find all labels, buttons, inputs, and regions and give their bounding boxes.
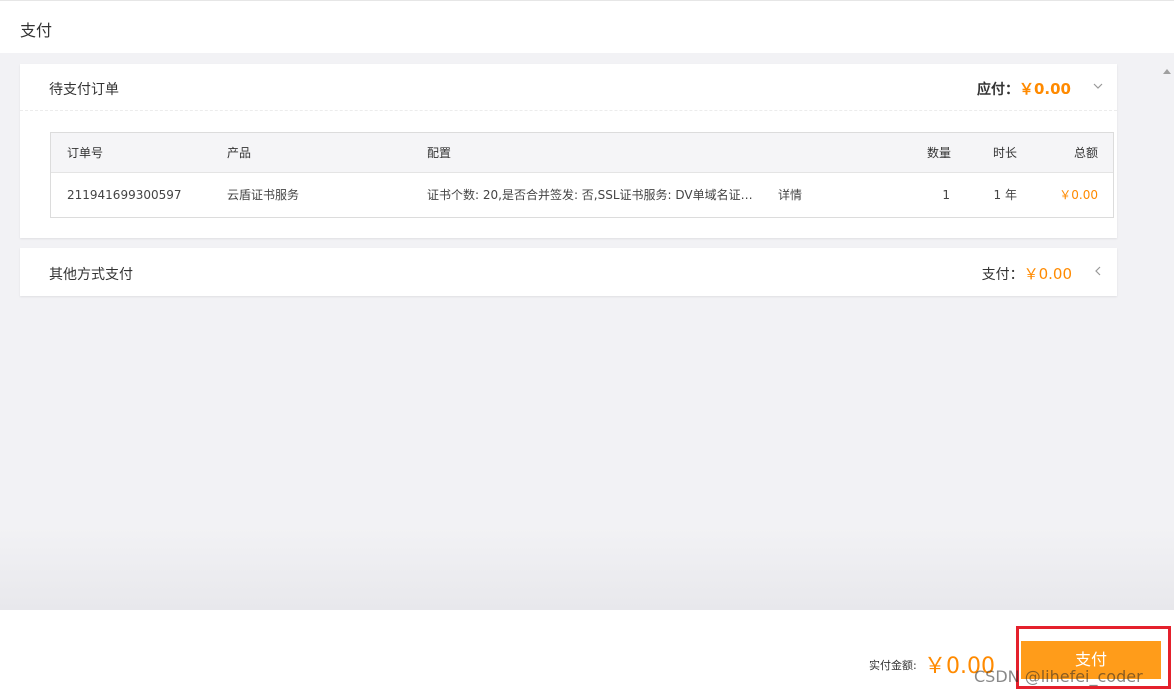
product-cell: 云盾证书服务 xyxy=(227,188,300,202)
payable-amount: ￥0.00 xyxy=(1018,80,1071,98)
actual-payment-amount: ￥0.00 xyxy=(924,654,995,679)
footer-bar: 实付金额: ￥0.00 支付 CSDN @lihefei_coder xyxy=(0,610,1174,695)
top-bar: 支付 xyxy=(0,0,1174,53)
quantity-cell: 1 xyxy=(942,188,950,202)
header-product: 产品 xyxy=(227,146,252,160)
total-cell: ￥0.00 xyxy=(1059,188,1098,202)
header-order-no: 订单号 xyxy=(67,146,104,160)
duration-cell: 1 年 xyxy=(993,188,1017,202)
payable-label: 应付： xyxy=(976,82,1019,98)
content-area: 待支付订单 应付：￥0.00 订单号 产品 配置 数量 时长 总额 211941… xyxy=(0,53,1174,610)
header-total: 总额 xyxy=(1073,146,1098,160)
detail-link[interactable]: 详情 xyxy=(778,188,802,202)
header-duration: 时长 xyxy=(992,146,1017,160)
order-no-cell: 211941699300597 xyxy=(67,188,182,202)
actual-payment-label: 实付金额: xyxy=(869,659,917,672)
config-cell: 证书个数: 20,是否合并签发: 否,SSL证书服务: DV单域名证书... xyxy=(427,188,757,202)
other-payment-summary: 支付：￥0.00 xyxy=(982,263,1072,284)
scroll-up-arrow-icon[interactable] xyxy=(1163,69,1171,74)
table-row: 211941699300597 云盾证书服务 证书个数: 20,是否合并签发: … xyxy=(51,173,1113,217)
order-table: 订单号 产品 配置 数量 时长 总额 211941699300597 云盾证书服… xyxy=(50,132,1114,218)
pending-order-header[interactable]: 待支付订单 应付：￥0.00 xyxy=(20,64,1117,111)
payable-summary: 应付：￥0.00 xyxy=(977,78,1071,99)
other-payment-title: 其他方式支付 xyxy=(49,267,133,283)
other-payment-card: 其他方式支付 支付：￥0.00 xyxy=(20,248,1117,296)
pending-order-title: 待支付订单 xyxy=(49,82,119,98)
chevron-down-icon[interactable] xyxy=(1091,79,1105,93)
pay-button[interactable]: 支付 xyxy=(1021,641,1161,679)
pending-order-card: 待支付订单 应付：￥0.00 订单号 产品 配置 数量 时长 总额 211941… xyxy=(20,64,1117,238)
page-title: 支付 xyxy=(20,21,53,40)
other-payment-amount: ￥0.00 xyxy=(1023,265,1072,283)
header-quantity: 数量 xyxy=(926,146,951,160)
chevron-left-icon[interactable] xyxy=(1091,264,1105,278)
other-payment-label: 支付： xyxy=(981,267,1024,283)
header-config: 配置 xyxy=(427,146,452,160)
other-payment-header[interactable]: 其他方式支付 支付：￥0.00 xyxy=(20,248,1117,296)
table-header: 订单号 产品 配置 数量 时长 总额 xyxy=(51,133,1113,173)
